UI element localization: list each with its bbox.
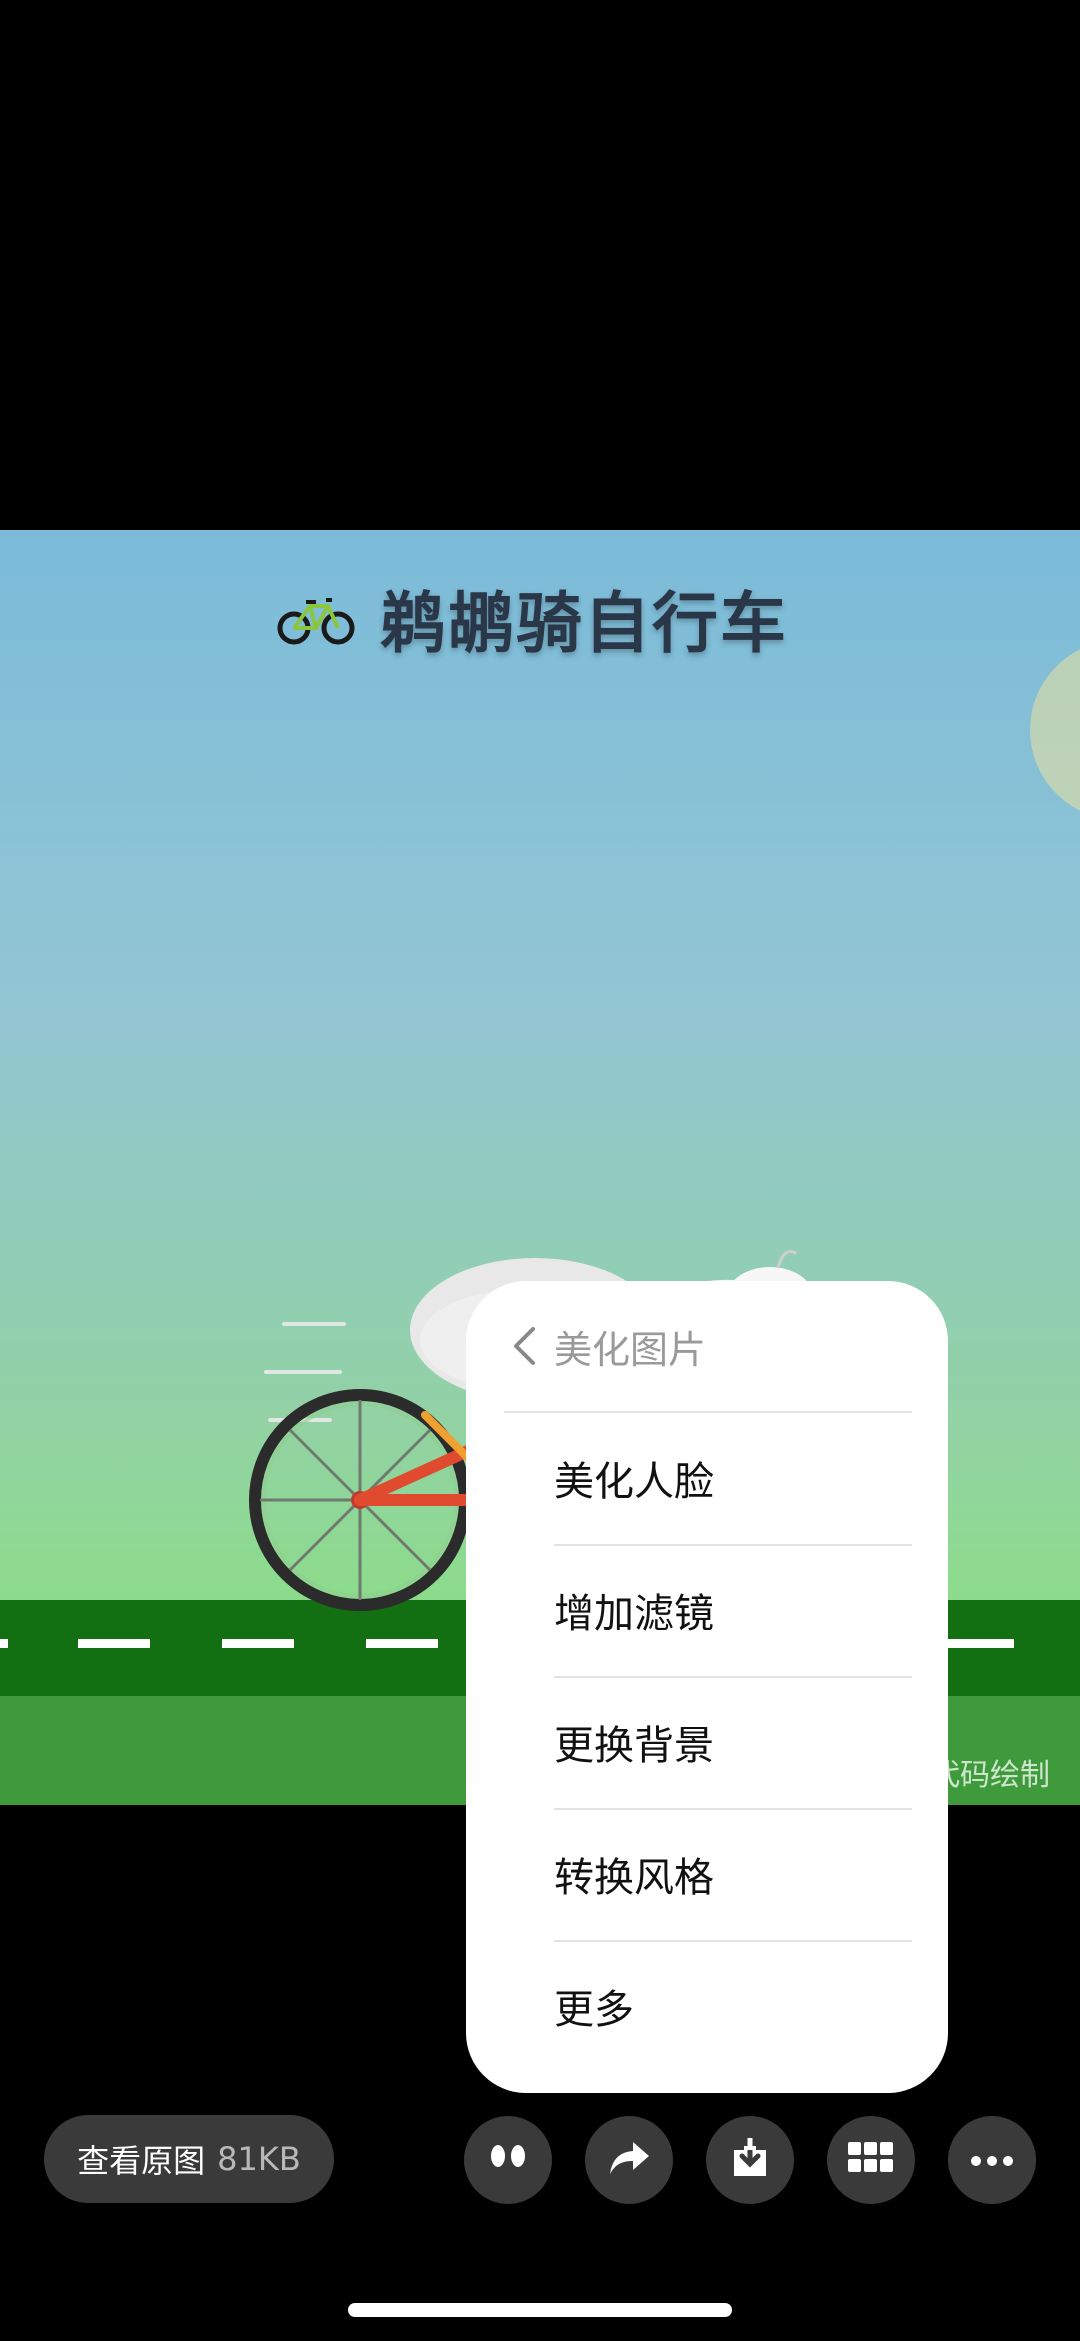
view-original-button[interactable]: 查看原图 81KB — [44, 2115, 334, 2203]
menu-item-beautify-face[interactable]: 美化人脸 — [554, 1412, 912, 1546]
more-button[interactable] — [948, 2116, 1036, 2204]
menu-header-label: 美化图片 — [554, 1327, 707, 1372]
share-button[interactable] — [585, 2116, 673, 2204]
eyes-icon — [486, 2143, 530, 2177]
more-icon — [970, 2151, 1014, 2170]
home-indicator[interactable] — [348, 2303, 732, 2317]
eyes-button[interactable] — [464, 2116, 552, 2204]
menu-item-change-background[interactable]: 更换背景 — [554, 1676, 912, 1810]
menu-item-add-filter[interactable]: 增加滤镜 — [554, 1544, 912, 1678]
view-original-label: 查看原图 — [77, 2142, 206, 2180]
original-size: 81KB — [217, 2140, 301, 2178]
download-icon — [730, 2135, 770, 2184]
share-icon — [607, 2138, 651, 2182]
menu-back-button[interactable]: 美化图片 — [504, 1281, 912, 1413]
beautify-menu: 美化图片 美化人脸 增加滤镜 更换背景 转换风格 更多 — [466, 1281, 948, 2093]
grid-icon — [848, 2142, 894, 2178]
menu-item-more[interactable]: 更多 — [554, 1940, 912, 2072]
image-watermark: 代码绘制 — [930, 1758, 1050, 1793]
grid-button[interactable] — [827, 2116, 915, 2204]
bottom-toolbar: 查看原图 81KB — [0, 2115, 1080, 2205]
download-button[interactable] — [706, 2116, 794, 2204]
menu-item-convert-style[interactable]: 转换风格 — [554, 1808, 912, 1942]
image-title: 鹈鹕骑自行车 — [380, 585, 788, 662]
chevron-left-icon — [504, 1321, 544, 1371]
